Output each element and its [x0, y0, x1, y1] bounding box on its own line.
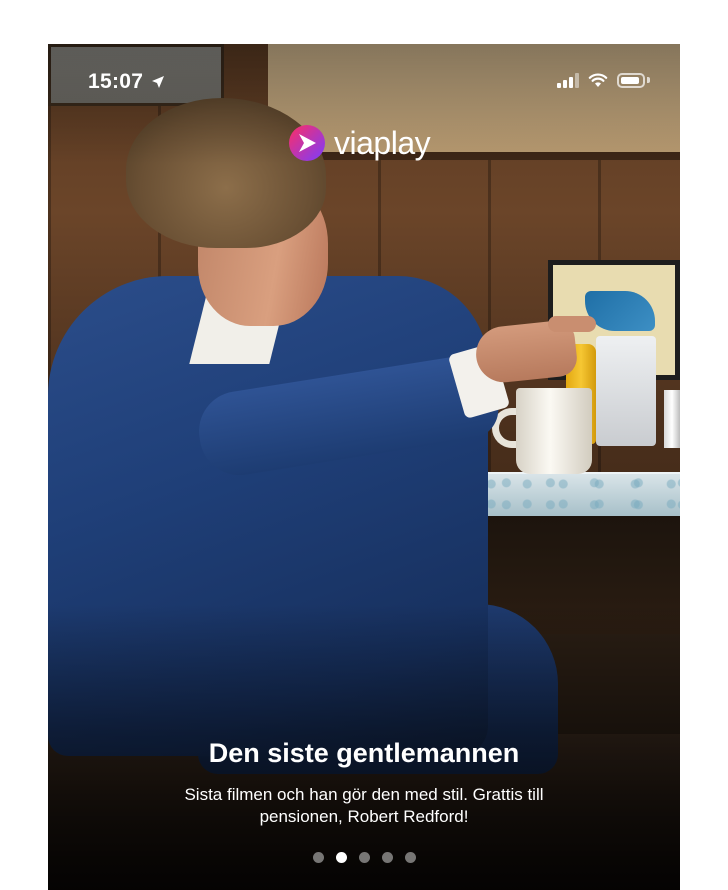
scene-napkin-holder: [596, 336, 656, 446]
carousel-dot[interactable]: [358, 852, 370, 863]
logo-text: viaplay: [334, 124, 431, 161]
hero-subtitle: Sista filmen och han gör den med stil. G…: [184, 785, 544, 826]
battery-icon: [617, 72, 645, 88]
carousel-dot-active[interactable]: [335, 852, 347, 863]
hero-title: Den siste gentlemannen: [208, 738, 520, 768]
carousel-pagination[interactable]: [48, 852, 680, 863]
carousel-dot[interactable]: [381, 852, 393, 863]
status-time: 15:07: [88, 70, 165, 94]
status-icons: [557, 72, 650, 88]
viaplay-play-icon: [289, 125, 325, 161]
carousel-dot[interactable]: [404, 852, 416, 863]
location-arrow-icon: [152, 76, 165, 88]
cellular-signal-icon: [557, 72, 579, 88]
wifi-icon: [588, 73, 608, 87]
viaplay-logo: viaplay: [288, 124, 431, 162]
carousel-dot[interactable]: [312, 852, 324, 863]
scene-mug: [516, 388, 592, 474]
scene-shaker: [664, 390, 680, 448]
app-screen: 15:07 viaplay Den siste gentlemannen Sis…: [48, 44, 680, 890]
scene-person-finger: [548, 316, 596, 332]
battery-tip: [647, 77, 650, 83]
